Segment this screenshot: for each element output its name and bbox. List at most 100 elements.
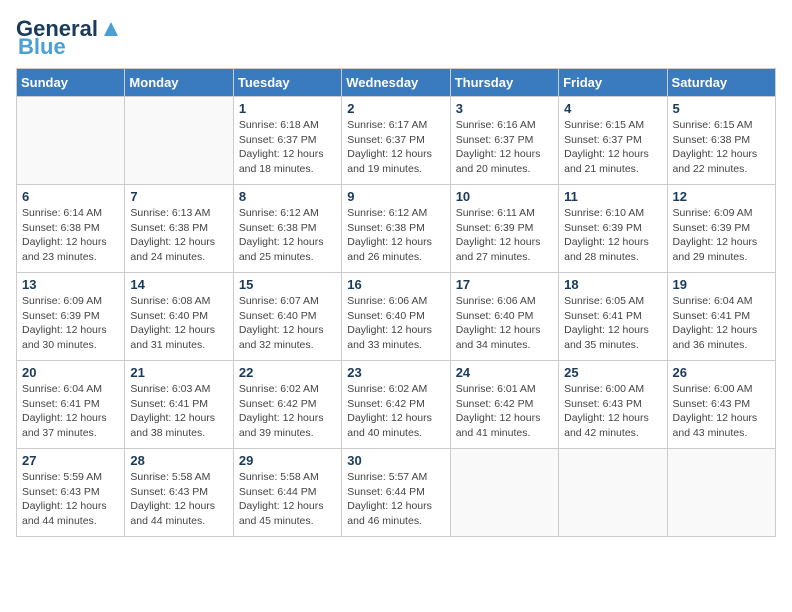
calendar-cell: 23 Sunrise: 6:02 AM Sunset: 6:42 PM Dayli…: [342, 361, 450, 449]
day-number: 23: [347, 365, 444, 380]
day-number: 7: [130, 189, 227, 204]
calendar-cell: 3 Sunrise: 6:16 AM Sunset: 6:37 PM Daylig…: [450, 97, 558, 185]
calendar-cell: 24 Sunrise: 6:01 AM Sunset: 6:42 PM Dayli…: [450, 361, 558, 449]
calendar-week-row: 1 Sunrise: 6:18 AM Sunset: 6:37 PM Daylig…: [17, 97, 776, 185]
day-info: Sunrise: 6:16 AM Sunset: 6:37 PM Dayligh…: [456, 118, 553, 177]
day-info: Sunrise: 6:04 AM Sunset: 6:41 PM Dayligh…: [22, 382, 119, 441]
day-number: 24: [456, 365, 553, 380]
calendar-cell: [450, 449, 558, 537]
day-info: Sunrise: 6:00 AM Sunset: 6:43 PM Dayligh…: [564, 382, 661, 441]
day-info: Sunrise: 5:57 AM Sunset: 6:44 PM Dayligh…: [347, 470, 444, 529]
day-number: 18: [564, 277, 661, 292]
calendar-cell: 15Sunrise: 6:07 AM Sunset: 6:40 PM Dayli…: [233, 273, 341, 361]
calendar-cell: 8 Sunrise: 6:12 AM Sunset: 6:38 PM Daylig…: [233, 185, 341, 273]
header: General Blue: [16, 16, 776, 60]
calendar-cell: 14Sunrise: 6:08 AM Sunset: 6:40 PM Dayli…: [125, 273, 233, 361]
day-number: 19: [673, 277, 770, 292]
calendar-cell: 9Sunrise: 6:12 AM Sunset: 6:38 PM Daylig…: [342, 185, 450, 273]
day-number: 9: [347, 189, 444, 204]
calendar-cell: 6Sunrise: 6:14 AM Sunset: 6:38 PM Daylig…: [17, 185, 125, 273]
day-number: 22: [239, 365, 336, 380]
calendar-cell: 20 Sunrise: 6:04 AM Sunset: 6:41 PM Dayli…: [17, 361, 125, 449]
day-number: 15: [239, 277, 336, 292]
calendar-body: 1 Sunrise: 6:18 AM Sunset: 6:37 PM Daylig…: [17, 97, 776, 537]
calendar-cell: 29 Sunrise: 5:58 AM Sunset: 6:44 PM Dayli…: [233, 449, 341, 537]
dow-header: Tuesday: [233, 69, 341, 97]
day-number: 26: [673, 365, 770, 380]
calendar-cell: [17, 97, 125, 185]
day-info: Sunrise: 6:03 AM Sunset: 6:41 PM Dayligh…: [130, 382, 227, 441]
day-number: 10: [456, 189, 553, 204]
calendar-cell: 21 Sunrise: 6:03 AM Sunset: 6:41 PM Dayli…: [125, 361, 233, 449]
calendar-cell: 27 Sunrise: 5:59 AM Sunset: 6:43 PM Dayli…: [17, 449, 125, 537]
day-info: Sunrise: 6:10 AM Sunset: 6:39 PM Dayligh…: [564, 206, 661, 265]
day-number: 2: [347, 101, 444, 116]
day-number: 8: [239, 189, 336, 204]
day-info: Sunrise: 6:18 AM Sunset: 6:37 PM Dayligh…: [239, 118, 336, 177]
logo-icon: [100, 18, 122, 40]
day-number: 27: [22, 453, 119, 468]
day-info: Sunrise: 6:13 AM Sunset: 6:38 PM Dayligh…: [130, 206, 227, 265]
calendar-week-row: 20 Sunrise: 6:04 AM Sunset: 6:41 PM Dayli…: [17, 361, 776, 449]
day-info: Sunrise: 6:17 AM Sunset: 6:37 PM Dayligh…: [347, 118, 444, 177]
day-info: Sunrise: 6:00 AM Sunset: 6:43 PM Dayligh…: [673, 382, 770, 441]
calendar-cell: 30 Sunrise: 5:57 AM Sunset: 6:44 PM Dayli…: [342, 449, 450, 537]
calendar-cell: [667, 449, 775, 537]
calendar-cell: 25 Sunrise: 6:00 AM Sunset: 6:43 PM Dayli…: [559, 361, 667, 449]
day-number: 5: [673, 101, 770, 116]
calendar-cell: 26 Sunrise: 6:00 AM Sunset: 6:43 PM Dayli…: [667, 361, 775, 449]
calendar-cell: 1 Sunrise: 6:18 AM Sunset: 6:37 PM Daylig…: [233, 97, 341, 185]
calendar-cell: 28 Sunrise: 5:58 AM Sunset: 6:43 PM Dayli…: [125, 449, 233, 537]
logo-blue: Blue: [18, 34, 66, 60]
calendar-week-row: 27 Sunrise: 5:59 AM Sunset: 6:43 PM Dayli…: [17, 449, 776, 537]
day-number: 4: [564, 101, 661, 116]
day-info: Sunrise: 6:15 AM Sunset: 6:37 PM Dayligh…: [564, 118, 661, 177]
day-info: Sunrise: 6:01 AM Sunset: 6:42 PM Dayligh…: [456, 382, 553, 441]
day-info: Sunrise: 5:58 AM Sunset: 6:43 PM Dayligh…: [130, 470, 227, 529]
day-number: 12: [673, 189, 770, 204]
day-info: Sunrise: 6:02 AM Sunset: 6:42 PM Dayligh…: [239, 382, 336, 441]
day-info: Sunrise: 6:04 AM Sunset: 6:41 PM Dayligh…: [673, 294, 770, 353]
day-info: Sunrise: 6:12 AM Sunset: 6:38 PM Dayligh…: [239, 206, 336, 265]
calendar-cell: 7 Sunrise: 6:13 AM Sunset: 6:38 PM Daylig…: [125, 185, 233, 273]
day-number: 30: [347, 453, 444, 468]
day-number: 20: [22, 365, 119, 380]
day-number: 21: [130, 365, 227, 380]
day-number: 1: [239, 101, 336, 116]
day-info: Sunrise: 6:11 AM Sunset: 6:39 PM Dayligh…: [456, 206, 553, 265]
day-info: Sunrise: 5:59 AM Sunset: 6:43 PM Dayligh…: [22, 470, 119, 529]
calendar-cell: 19 Sunrise: 6:04 AM Sunset: 6:41 PM Dayli…: [667, 273, 775, 361]
calendar-cell: [125, 97, 233, 185]
day-number: 25: [564, 365, 661, 380]
calendar-cell: [559, 449, 667, 537]
day-info: Sunrise: 6:14 AM Sunset: 6:38 PM Dayligh…: [22, 206, 119, 265]
calendar-cell: 12Sunrise: 6:09 AM Sunset: 6:39 PM Dayli…: [667, 185, 775, 273]
calendar-cell: 2 Sunrise: 6:17 AM Sunset: 6:37 PM Daylig…: [342, 97, 450, 185]
day-info: Sunrise: 6:15 AM Sunset: 6:38 PM Dayligh…: [673, 118, 770, 177]
calendar-cell: 18Sunrise: 6:05 AM Sunset: 6:41 PM Dayli…: [559, 273, 667, 361]
day-number: 29: [239, 453, 336, 468]
logo: General Blue: [16, 16, 122, 60]
day-number: 11: [564, 189, 661, 204]
day-number: 28: [130, 453, 227, 468]
dow-header: Wednesday: [342, 69, 450, 97]
day-info: Sunrise: 5:58 AM Sunset: 6:44 PM Dayligh…: [239, 470, 336, 529]
calendar-cell: 5 Sunrise: 6:15 AM Sunset: 6:38 PM Daylig…: [667, 97, 775, 185]
day-number: 16: [347, 277, 444, 292]
calendar-cell: 22 Sunrise: 6:02 AM Sunset: 6:42 PM Dayli…: [233, 361, 341, 449]
day-number: 3: [456, 101, 553, 116]
day-info: Sunrise: 6:06 AM Sunset: 6:40 PM Dayligh…: [456, 294, 553, 353]
dow-header: Friday: [559, 69, 667, 97]
calendar-cell: 13Sunrise: 6:09 AM Sunset: 6:39 PM Dayli…: [17, 273, 125, 361]
calendar-cell: 4 Sunrise: 6:15 AM Sunset: 6:37 PM Daylig…: [559, 97, 667, 185]
dow-header: Sunday: [17, 69, 125, 97]
calendar-cell: 10 Sunrise: 6:11 AM Sunset: 6:39 PM Dayli…: [450, 185, 558, 273]
dow-header: Thursday: [450, 69, 558, 97]
calendar-cell: 11 Sunrise: 6:10 AM Sunset: 6:39 PM Dayli…: [559, 185, 667, 273]
day-number: 13: [22, 277, 119, 292]
calendar-cell: 16Sunrise: 6:06 AM Sunset: 6:40 PM Dayli…: [342, 273, 450, 361]
days-of-week-row: SundayMondayTuesdayWednesdayThursdayFrid…: [17, 69, 776, 97]
dow-header: Saturday: [667, 69, 775, 97]
day-info: Sunrise: 6:08 AM Sunset: 6:40 PM Dayligh…: [130, 294, 227, 353]
day-info: Sunrise: 6:02 AM Sunset: 6:42 PM Dayligh…: [347, 382, 444, 441]
